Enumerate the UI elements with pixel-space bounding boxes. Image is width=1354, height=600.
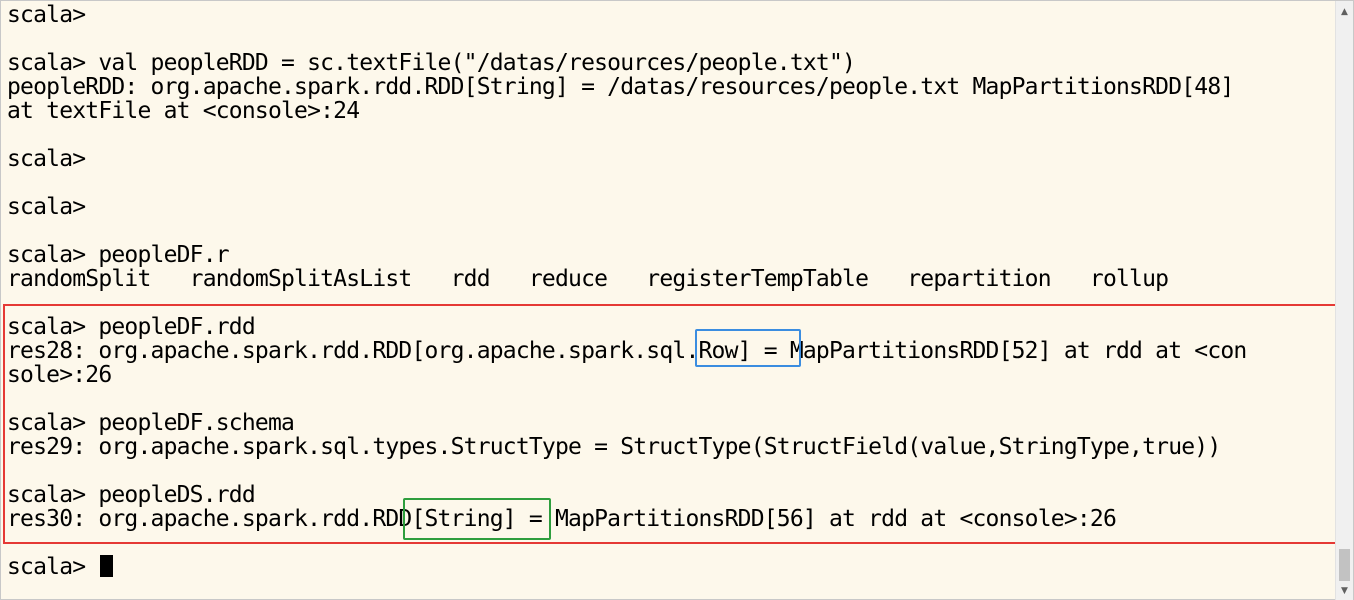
terminal-line: scala> peopleDF.rdd	[7, 314, 256, 340]
terminal-line: scala>	[7, 146, 86, 172]
terminal-line: scala> peopleDF.schema	[7, 410, 295, 436]
terminal-line: res29: org.apache.spark.sql.types.Struct…	[7, 434, 1221, 460]
terminal-line: at textFile at <console>:24	[7, 98, 360, 124]
triangle-up-icon[interactable]: ▲	[1336, 3, 1353, 20]
triangle-down-icon[interactable]: ▼	[1336, 582, 1353, 599]
terminal-line: scala> val peopleRDD = sc.textFile("/dat…	[7, 50, 856, 76]
terminal-line: scala>	[7, 194, 86, 220]
prompt-text: scala>	[7, 554, 99, 580]
terminal-line: res30: org.apache.spark.rdd.RDD[String] …	[7, 506, 1117, 532]
terminal-output[interactable]: scala> scala> val peopleRDD = sc.textFil…	[1, 1, 1335, 600]
terminal-line: scala> peopleDS.rdd	[7, 482, 256, 508]
terminal-line: scala>	[7, 2, 86, 28]
terminal-line: peopleRDD: org.apache.spark.rdd.RDD[Stri…	[7, 74, 1234, 100]
terminal-line: sole>:26	[7, 362, 112, 388]
text-cursor	[100, 555, 114, 577]
prompt-line[interactable]: scala>	[7, 554, 114, 580]
terminal-line: res28: org.apache.spark.rdd.RDD[org.apac…	[7, 338, 1247, 364]
completion-suggestions: randomSplit randomSplitAsList rdd reduce…	[7, 266, 1169, 292]
terminal-line: scala> peopleDF.r	[7, 242, 230, 268]
terminal-window: scala> scala> val peopleRDD = sc.textFil…	[0, 0, 1354, 600]
scrollbar-thumb[interactable]	[1339, 549, 1350, 581]
vertical-scrollbar[interactable]: ▲ ▼	[1335, 1, 1353, 600]
